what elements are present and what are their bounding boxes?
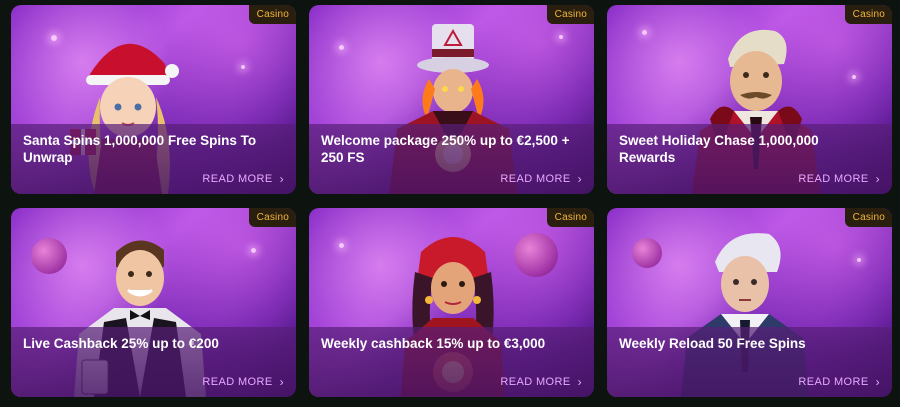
sparkle-decoration	[339, 243, 344, 248]
chevron-right-icon: ›	[577, 375, 582, 389]
promo-title: Sweet Holiday Chase 1,000,000 Rewards	[619, 133, 819, 165]
promotions-grid: Casino Santa Spins 1,000,000 Free Spins …	[0, 0, 900, 407]
sparkle-decoration	[559, 35, 563, 39]
category-badge: Casino	[546, 5, 594, 24]
promo-title: Welcome package 250% up to €2,500 + 250 …	[321, 133, 570, 165]
read-more-link[interactable]: READ MORE ›	[202, 376, 284, 388]
promo-title: Santa Spins 1,000,000 Free Spins To Unwr…	[23, 133, 257, 165]
sparkle-decoration	[339, 45, 344, 50]
promo-info-panel: Weekly Reload 50 Free Spins READ MORE ›	[607, 327, 892, 397]
promo-card-live-cashback[interactable]: Casino Live Cashback 25% up to €200 READ…	[11, 208, 296, 397]
chevron-right-icon: ›	[279, 172, 284, 186]
promo-title: Live Cashback 25% up to €200	[23, 336, 219, 351]
promo-info-panel: Welcome package 250% up to €2,500 + 250 …	[309, 124, 594, 194]
read-more-label: READ MORE	[798, 376, 869, 388]
sparkle-decoration	[642, 30, 647, 35]
sparkle-decoration	[857, 258, 861, 262]
promo-card-santa-spins[interactable]: Casino Santa Spins 1,000,000 Free Spins …	[11, 5, 296, 194]
read-more-link[interactable]: READ MORE ›	[798, 376, 880, 388]
promo-info-panel: Santa Spins 1,000,000 Free Spins To Unwr…	[11, 124, 296, 194]
category-badge: Casino	[844, 5, 892, 24]
read-more-label: READ MORE	[798, 173, 869, 185]
read-more-label: READ MORE	[500, 173, 571, 185]
planet-decoration	[31, 238, 67, 274]
promo-title: Weekly Reload 50 Free Spins	[619, 336, 806, 351]
chevron-right-icon: ›	[875, 375, 880, 389]
read-more-label: READ MORE	[202, 376, 273, 388]
read-more-link[interactable]: READ MORE ›	[202, 173, 284, 185]
category-badge: Casino	[248, 208, 296, 227]
promo-title: Weekly cashback 15% up to €3,000	[321, 336, 546, 351]
chevron-right-icon: ›	[577, 172, 582, 186]
chevron-right-icon: ›	[279, 375, 284, 389]
category-badge: Casino	[844, 208, 892, 227]
promo-card-sweet-holiday-chase[interactable]: Casino Sweet Holiday Chase 1,000,000 Rew…	[607, 5, 892, 194]
read-more-label: READ MORE	[500, 376, 571, 388]
planet-decoration	[632, 238, 662, 268]
promo-card-weekly-reload[interactable]: Casino Weekly Reload 50 Free Spins READ …	[607, 208, 892, 397]
sparkle-decoration	[852, 75, 856, 79]
read-more-link[interactable]: READ MORE ›	[500, 173, 582, 185]
read-more-link[interactable]: READ MORE ›	[500, 376, 582, 388]
promo-info-panel: Live Cashback 25% up to €200 READ MORE ›	[11, 327, 296, 397]
category-badge: Casino	[248, 5, 296, 24]
read-more-link[interactable]: READ MORE ›	[798, 173, 880, 185]
promo-card-weekly-cashback[interactable]: Casino Weekly cashback 15% up to €3,000 …	[309, 208, 594, 397]
promo-card-welcome-package[interactable]: Casino Welcome package 250% up to €2,500…	[309, 5, 594, 194]
sparkle-decoration	[241, 65, 245, 69]
sparkle-decoration	[251, 248, 256, 253]
promo-info-panel: Sweet Holiday Chase 1,000,000 Rewards RE…	[607, 124, 892, 194]
chevron-right-icon: ›	[875, 172, 880, 186]
category-badge: Casino	[546, 208, 594, 227]
read-more-label: READ MORE	[202, 173, 273, 185]
promo-info-panel: Weekly cashback 15% up to €3,000 READ MO…	[309, 327, 594, 397]
